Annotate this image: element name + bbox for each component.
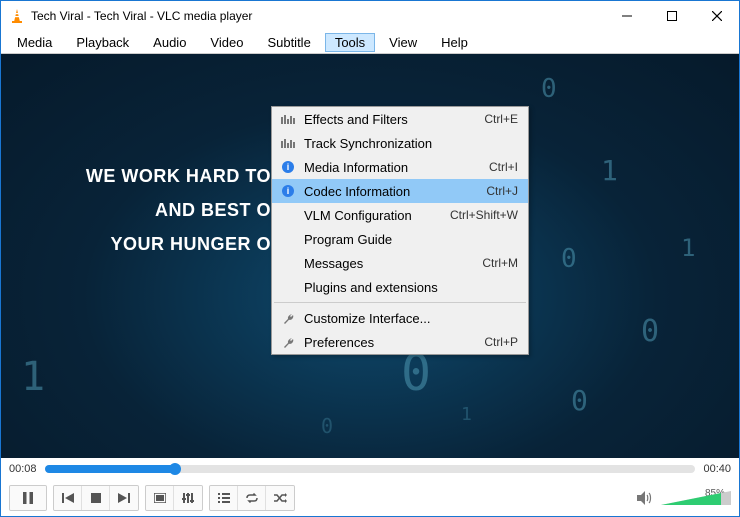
titlebar: Tech Viral - Tech Viral - VLC media play… — [1, 1, 739, 31]
loop-button[interactable] — [238, 486, 266, 510]
wrench-icon — [278, 332, 298, 352]
close-button[interactable] — [694, 1, 739, 31]
fullscreen-button[interactable] — [146, 486, 174, 510]
video-digit: 1 — [461, 404, 472, 425]
menu-subtitle[interactable]: Subtitle — [257, 33, 320, 52]
volume-area: 85% — [637, 489, 731, 507]
menu-view[interactable]: View — [379, 33, 427, 52]
overlay-line: WE WORK HARD TO — [41, 159, 271, 193]
video-digit: 0 — [321, 414, 333, 438]
video-digit: 1 — [21, 354, 45, 400]
dd-customize[interactable]: Customize Interface... — [272, 306, 528, 330]
prev-button[interactable] — [54, 486, 82, 510]
maximize-button[interactable] — [649, 1, 694, 31]
view-group — [145, 485, 203, 511]
vlc-window: Tech Viral - Tech Viral - VLC media play… — [0, 0, 740, 517]
overlay-line: YOUR HUNGER O — [41, 227, 271, 261]
volume-slider[interactable]: 85% — [661, 489, 731, 507]
window-controls — [604, 1, 739, 31]
stop-button[interactable] — [82, 486, 110, 510]
next-button[interactable] — [110, 486, 138, 510]
playlist-button[interactable] — [210, 486, 238, 510]
seek-knob[interactable] — [169, 463, 181, 475]
dd-preferences[interactable]: Preferences Ctrl+P — [272, 330, 528, 354]
equalizer-icon — [278, 109, 298, 129]
shuffle-button[interactable] — [266, 486, 294, 510]
time-total: 00:40 — [703, 463, 731, 475]
vlc-cone-icon — [9, 8, 25, 24]
menu-media[interactable]: Media — [7, 33, 62, 52]
video-digit: 1 — [681, 234, 695, 262]
window-title: Tech Viral - Tech Viral - VLC media play… — [31, 9, 604, 23]
dd-separator — [274, 302, 526, 303]
dd-messages[interactable]: Messages Ctrl+M — [272, 251, 528, 275]
wrench-icon — [278, 308, 298, 328]
time-elapsed: 00:08 — [9, 463, 37, 475]
svg-text:i: i — [287, 186, 290, 196]
menu-video[interactable]: Video — [200, 33, 253, 52]
video-digit: 0 — [641, 314, 659, 349]
menu-playback[interactable]: Playback — [66, 33, 139, 52]
dd-effects-filters[interactable]: Effects and Filters Ctrl+E — [272, 107, 528, 131]
dd-vlm-config[interactable]: VLM Configuration Ctrl+Shift+W — [272, 203, 528, 227]
video-digit: 0 — [561, 244, 577, 274]
menu-help[interactable]: Help — [431, 33, 478, 52]
menu-audio[interactable]: Audio — [143, 33, 196, 52]
svg-text:i: i — [287, 162, 290, 172]
playlist-group — [209, 485, 295, 511]
minimize-button[interactable] — [604, 1, 649, 31]
seek-fill — [45, 465, 175, 473]
tools-dropdown: Effects and Filters Ctrl+E Track Synchro… — [271, 106, 529, 355]
menu-tools[interactable]: Tools — [325, 33, 375, 52]
video-digit: 0 — [541, 74, 557, 104]
seek-bar[interactable] — [45, 465, 696, 473]
dd-codec-info[interactable]: i Codec Information Ctrl+J — [272, 179, 528, 203]
video-digit: 0 — [571, 384, 588, 417]
speaker-icon[interactable] — [637, 491, 655, 505]
video-digit: 1 — [601, 154, 618, 187]
info-icon: i — [278, 181, 298, 201]
timebar: 00:08 00:40 — [1, 458, 739, 480]
info-icon: i — [278, 157, 298, 177]
pause-button[interactable] — [10, 486, 46, 510]
ext-settings-button[interactable] — [174, 486, 202, 510]
skip-group — [53, 485, 139, 511]
controls-bar: 85% — [1, 480, 739, 516]
equalizer-icon — [278, 133, 298, 153]
dd-media-info[interactable]: i Media Information Ctrl+I — [272, 155, 528, 179]
video-area[interactable]: 1 0 0 1 0 0 0 1 0 1 WE WORK HARD TO AND … — [1, 53, 739, 458]
menubar: Media Playback Audio Video Subtitle Tool… — [1, 31, 739, 53]
overlay-line: AND BEST O — [41, 193, 271, 227]
volume-fill — [661, 493, 721, 505]
dd-program-guide[interactable]: Program Guide — [272, 227, 528, 251]
dd-plugins[interactable]: Plugins and extensions — [272, 275, 528, 299]
video-overlay-text: WE WORK HARD TO AND BEST O YOUR HUNGER O — [41, 159, 271, 262]
dd-track-sync[interactable]: Track Synchronization — [272, 131, 528, 155]
play-pause-group — [9, 485, 47, 511]
